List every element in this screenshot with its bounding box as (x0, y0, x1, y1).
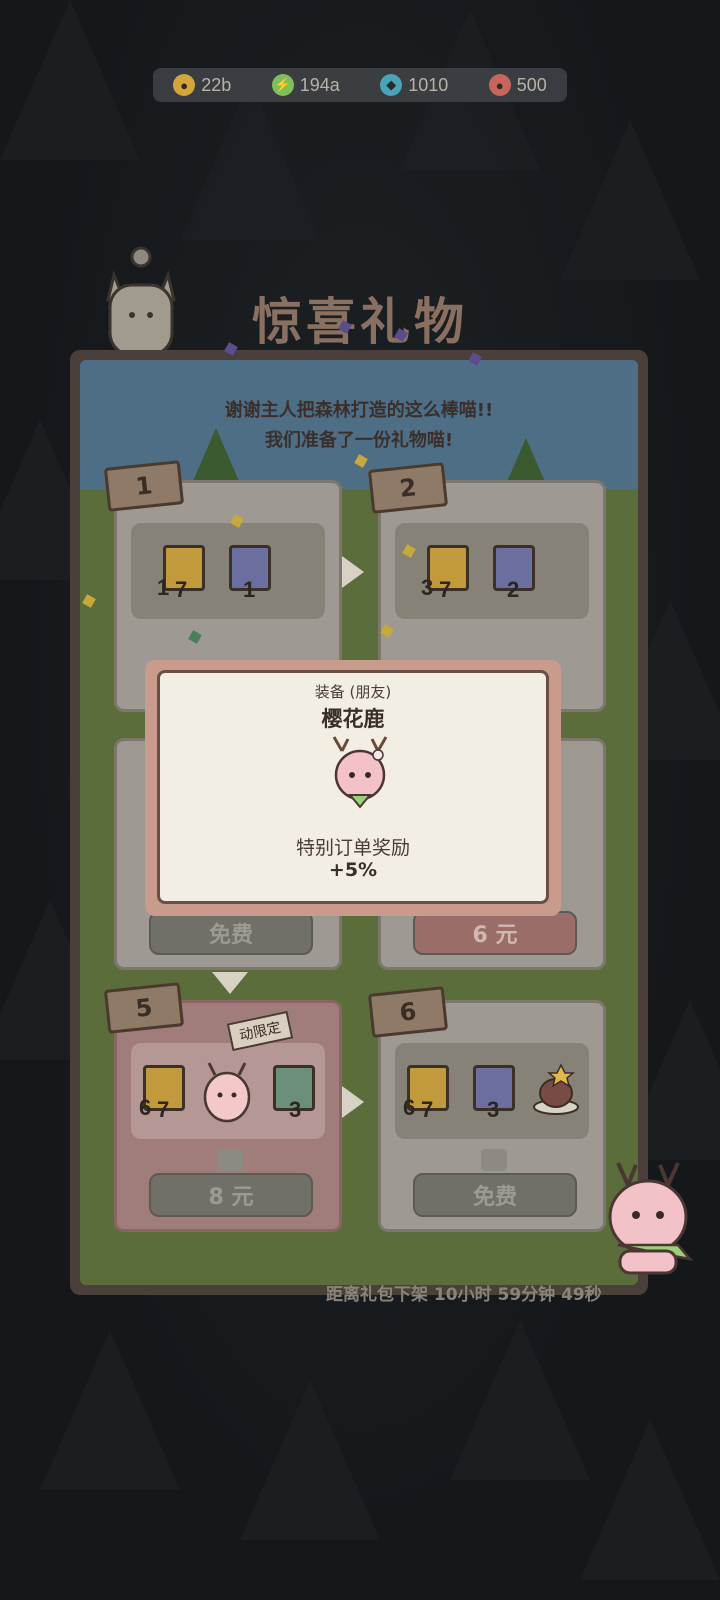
currency-meat[interactable]: ● 500 (488, 74, 547, 96)
message-line-2: 我们准备了一份礼物喵! (264, 430, 454, 451)
gift-card-5[interactable]: 6 7 3 动限定 8 元 (114, 1000, 342, 1232)
card-number-sign: 6 (367, 986, 449, 1038)
currency-coin[interactable]: ● 22b (173, 74, 231, 96)
arrow-right-icon (342, 1086, 364, 1118)
card-number-sign: 5 (103, 982, 185, 1034)
page-title: 惊喜礼物 (252, 293, 468, 351)
currency-meat-value: 500 (516, 74, 547, 95)
lock-icon (217, 1149, 243, 1171)
popup-effect-value: +5% (328, 859, 378, 881)
item-detail-popup[interactable]: 装备 (朋友) 樱花鹿 特别订单奖励 +5% (145, 660, 561, 916)
arrow-down-icon (212, 972, 248, 994)
popup-category: 装备 (朋友) (314, 683, 392, 701)
deer-mascot-icon (608, 1162, 694, 1275)
buy-button[interactable]: 免费 (149, 911, 313, 955)
card-number-sign: 1 (103, 460, 185, 512)
gem-icon: ◆ (380, 74, 403, 96)
coin-icon: ● (173, 74, 196, 96)
currency-coin-value: 22b (201, 74, 232, 95)
popup-item-name: 樱花鹿 (321, 707, 385, 731)
ticket-label: 6 (139, 1095, 152, 1120)
item-qty: 2 (507, 577, 520, 602)
gift-card-6[interactable]: 6 7 3 免费 (378, 1000, 606, 1232)
meat-icon: ● (488, 74, 511, 96)
currency-gem[interactable]: ◆ 1010 (380, 74, 448, 96)
card-number-sign: 2 (367, 462, 449, 514)
item-qty: 7 (175, 577, 188, 602)
item-qty: 1 (243, 577, 256, 602)
buy-button[interactable]: 8 元 (149, 1173, 313, 1217)
popup-effect: 特别订单奖励 (295, 837, 410, 859)
cake-icon (533, 1063, 579, 1115)
buy-button[interactable]: 6 元 (413, 911, 577, 955)
item-qty: 7 (439, 577, 452, 602)
offer-countdown: 距离礼包下架 10小时 59分钟 49秒 (326, 1285, 602, 1305)
item-qty: 7 (421, 1097, 434, 1122)
item-qty: 3 (487, 1097, 500, 1122)
currency-gem-value: 1010 (408, 74, 449, 95)
buy-button[interactable]: 免费 (413, 1173, 577, 1217)
message-line-1: 谢谢主人把森林打造的这么棒喵!! (224, 400, 494, 421)
lock-icon (481, 1149, 507, 1171)
currency-energy[interactable]: ⚡ 194a (271, 74, 340, 96)
energy-icon: ⚡ (271, 74, 294, 96)
ticket-label: 6 (403, 1095, 416, 1120)
ticket-label: 3 (421, 575, 434, 600)
item-qty: 7 (157, 1097, 170, 1122)
arrow-right-icon (342, 556, 364, 588)
sakura-deer-icon (332, 736, 388, 809)
item-qty: 3 (289, 1097, 302, 1122)
ticket-label: 1 (157, 575, 170, 600)
deer-icon (203, 1062, 251, 1123)
currency-bar: ● 22b ⚡ 194a ◆ 1010 ● 500 (153, 68, 567, 102)
currency-energy-value: 194a (299, 74, 340, 95)
